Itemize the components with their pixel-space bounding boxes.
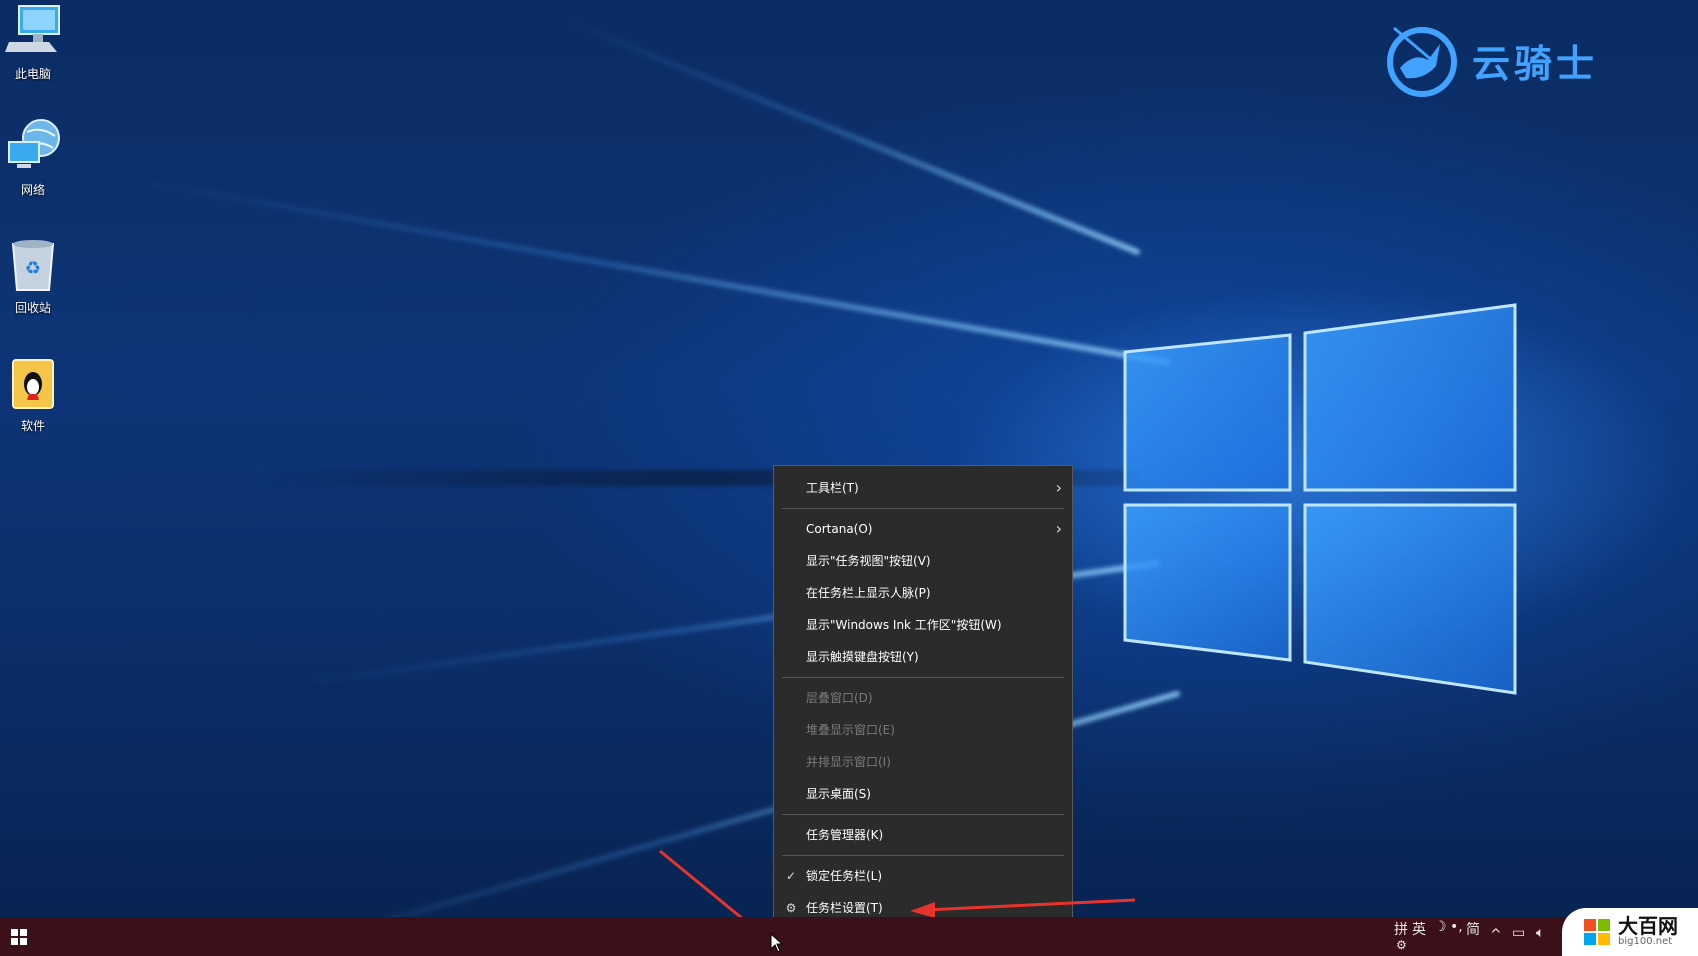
network-icon bbox=[8, 119, 60, 168]
desktop-icon-label: 软件 bbox=[20, 419, 45, 433]
menu-item-toolbars[interactable]: 工具栏(T) › bbox=[774, 472, 1072, 504]
watermark-url: big100.net bbox=[1618, 936, 1673, 947]
network-tray-icon[interactable]: ▭ bbox=[1512, 925, 1525, 941]
menu-item-label: 堆叠显示窗口(E) bbox=[806, 723, 895, 737]
computer-icon bbox=[5, 5, 60, 52]
watermark-title: 大百网 bbox=[1618, 914, 1678, 938]
brand-text: 云骑士 bbox=[1472, 40, 1599, 86]
menu-item-stack-windows: 堆叠显示窗口(E) bbox=[774, 714, 1072, 746]
desktop-icon-network[interactable]: 网络 bbox=[2, 118, 64, 198]
menu-item-show-touch-keyboard[interactable]: 显示触摸键盘按钮(Y) bbox=[774, 641, 1072, 673]
menu-separator bbox=[782, 814, 1064, 815]
menu-item-task-manager[interactable]: 任务管理器(K) bbox=[774, 819, 1072, 851]
taskbar[interactable]: 拼 英 ☽ •, 简 ⚙ ^ ▭ 🔈︎ bbox=[0, 917, 1698, 956]
knight-logo-icon bbox=[1387, 26, 1457, 97]
menu-item-label: 锁定任务栏(L) bbox=[806, 869, 883, 883]
desktop-icon-this-pc[interactable]: 此电脑 bbox=[2, 2, 64, 82]
folder-icon bbox=[12, 359, 54, 409]
menu-item-label: 并排显示窗口(I) bbox=[806, 755, 891, 769]
desktop-icon-label: 此电脑 bbox=[14, 67, 51, 81]
menu-item-label: 显示"Windows Ink 工作区"按钮(W) bbox=[806, 618, 1002, 632]
chevron-right-icon: › bbox=[1055, 478, 1062, 497]
checkmark-icon: ✓ bbox=[785, 869, 797, 883]
menu-item-label: 显示桌面(S) bbox=[806, 787, 871, 801]
desktop[interactable]: 此电脑 网络 ♻ 回收站 软件 云骑士 工具栏(T) › Cortana(O) … bbox=[0, 0, 1698, 956]
start-button[interactable] bbox=[0, 917, 38, 956]
watermark-badge: 大百网 big100.net bbox=[1562, 908, 1698, 956]
brand-logo: 云骑士 bbox=[1384, 18, 1598, 102]
menu-item-show-task-view[interactable]: 显示"任务视图"按钮(V) bbox=[774, 545, 1072, 577]
chevron-up-icon[interactable]: ^ bbox=[1490, 927, 1502, 943]
menu-item-show-desktop[interactable]: 显示桌面(S) bbox=[774, 778, 1072, 810]
annotation-arrow bbox=[910, 898, 1136, 918]
menu-item-label: 显示"任务视图"按钮(V) bbox=[806, 554, 931, 568]
taskbar-context-menu: 工具栏(T) › Cortana(O) › 显示"任务视图"按钮(V) 在任务栏… bbox=[773, 465, 1073, 932]
light-beam bbox=[564, 17, 1142, 256]
width-mode-indicator[interactable]: 简 bbox=[1466, 919, 1480, 939]
desktop-icon-label: 网络 bbox=[20, 183, 45, 197]
menu-item-label: 在任务栏上显示人脉(P) bbox=[806, 586, 931, 600]
menu-item-label: Cortana(O) bbox=[806, 522, 873, 536]
menu-item-show-people[interactable]: 在任务栏上显示人脉(P) bbox=[774, 577, 1072, 609]
language-indicator[interactable]: 英 bbox=[1412, 919, 1426, 939]
chevron-right-icon: › bbox=[1055, 519, 1062, 538]
svg-text:♻: ♻ bbox=[25, 258, 41, 279]
menu-item-show-windows-ink[interactable]: 显示"Windows Ink 工作区"按钮(W) bbox=[774, 609, 1072, 641]
menu-item-cascade-windows: 层叠窗口(D) bbox=[774, 682, 1072, 714]
mouse-cursor-icon bbox=[770, 933, 784, 953]
recycle-bin-icon: ♻ bbox=[11, 240, 55, 291]
menu-item-label: 任务栏设置(T) bbox=[806, 901, 883, 915]
ime-mode-indicator[interactable]: 拼 bbox=[1394, 919, 1408, 939]
desktop-icon-label: 回收站 bbox=[14, 301, 51, 315]
menu-separator bbox=[782, 677, 1064, 678]
menu-item-lock-taskbar[interactable]: ✓ 锁定任务栏(L) bbox=[774, 860, 1072, 892]
desktop-icon-recycle-bin[interactable]: ♻ 回收站 bbox=[2, 236, 64, 316]
menu-item-label: 显示触摸键盘按钮(Y) bbox=[806, 650, 919, 664]
menu-separator bbox=[782, 855, 1064, 856]
windows-logo-graphic bbox=[1123, 303, 1517, 695]
punctuation-icon[interactable]: •, bbox=[1450, 919, 1463, 935]
moon-icon[interactable]: ☽ bbox=[1434, 919, 1447, 935]
menu-item-side-by-side-windows: 并排显示窗口(I) bbox=[774, 746, 1072, 778]
menu-item-label: 层叠窗口(D) bbox=[806, 691, 873, 705]
volume-icon[interactable]: 🔈︎ bbox=[1536, 925, 1544, 941]
menu-item-label: 任务管理器(K) bbox=[806, 828, 884, 842]
menu-separator bbox=[782, 508, 1064, 509]
menu-item-cortana[interactable]: Cortana(O) › bbox=[774, 513, 1072, 545]
windows-start-icon bbox=[11, 928, 27, 945]
watermark-logo-icon bbox=[1584, 919, 1610, 945]
desktop-icon-software[interactable]: 软件 bbox=[2, 354, 64, 434]
ime-settings-gear-icon[interactable]: ⚙ bbox=[1396, 938, 1407, 952]
menu-item-label: 工具栏(T) bbox=[806, 481, 859, 495]
